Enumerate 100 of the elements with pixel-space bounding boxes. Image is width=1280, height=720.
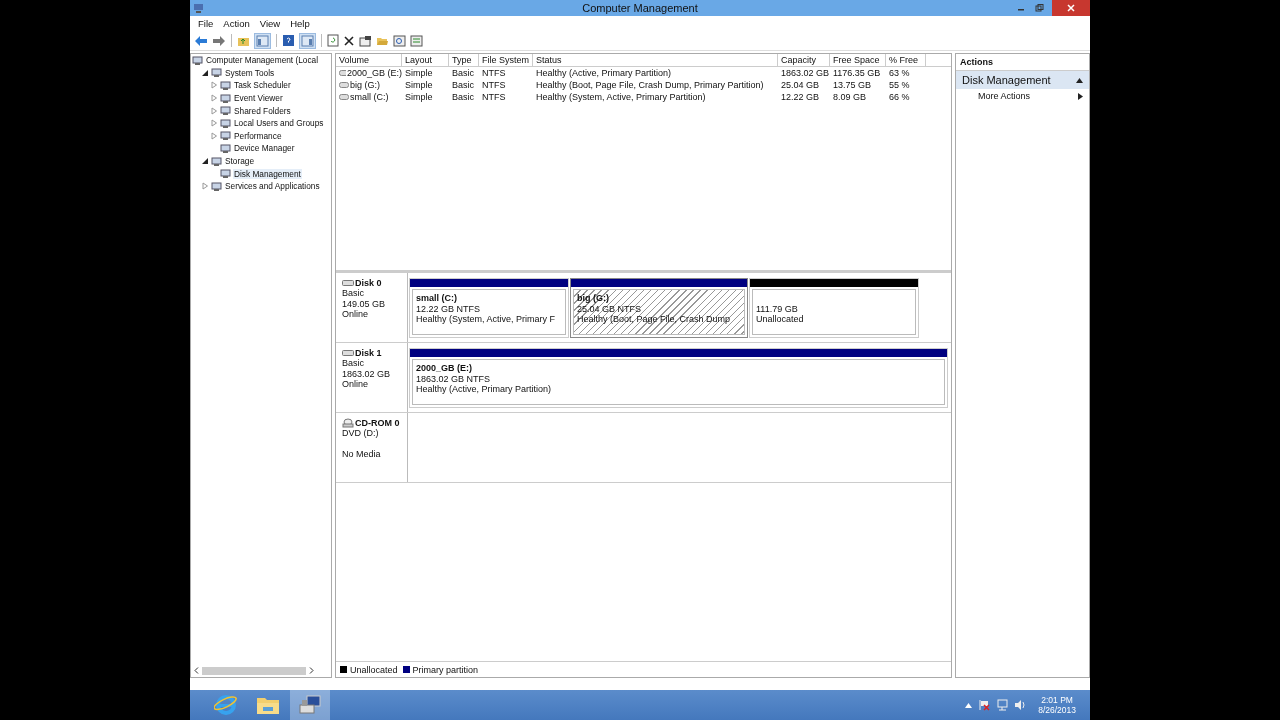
table-cell: Simple	[405, 92, 433, 102]
partition-block[interactable]: small (C:) 12.22 GB NTFS Healthy (System, Active, Primary F	[409, 278, 569, 338]
restore-icon[interactable]	[1034, 4, 1044, 12]
partition-size: 12.22 GB NTFS	[416, 303, 482, 315]
node-icon	[220, 92, 231, 104]
table-cell: 8.09 GB	[833, 92, 867, 102]
speaker-icon[interactable]	[1014, 699, 1027, 711]
table-cell: Basic	[452, 68, 474, 78]
column-header[interactable]: Type	[449, 54, 479, 66]
partition-size: 25.04 GB NTFS	[577, 303, 643, 315]
tree-item[interactable]: Services and Applications	[224, 181, 321, 192]
clock[interactable]: 2:01 PM 8/26/2013	[1038, 695, 1076, 715]
disk-name: CD-ROM 0	[355, 417, 400, 428]
column-header[interactable]: Layout	[402, 54, 449, 66]
collapsed-arrow-icon[interactable]	[210, 106, 218, 115]
disk-drive-icon	[342, 279, 354, 286]
partition-block[interactable]: 2000_GB (E:) 1863.02 GB NTFS Healthy (Active, Primary Partition)	[409, 348, 948, 408]
action-section[interactable]: Disk Management	[956, 71, 1089, 89]
table-cell: 1176.35 GB	[833, 68, 881, 78]
expanded-arrow-icon[interactable]	[201, 68, 209, 77]
table-cell: Healthy (Active, Primary Partition)	[536, 68, 672, 78]
scroll-right-icon[interactable]	[309, 667, 314, 674]
show-hidden-icon[interactable]	[965, 702, 973, 708]
partition-size: 111.79 GB	[756, 303, 799, 315]
column-header[interactable]: Free Space	[830, 54, 886, 66]
column-header[interactable]: Status	[533, 54, 778, 66]
node-icon	[211, 180, 222, 192]
disk-detail: Basic	[342, 288, 364, 298]
table-cell: NTFS	[482, 80, 506, 90]
disk-detail: 149.05 GB	[342, 298, 386, 309]
scrollbar-thumb[interactable]	[202, 666, 306, 675]
close-icon[interactable]	[1066, 3, 1076, 13]
collapsed-arrow-icon[interactable]	[210, 81, 218, 90]
menu-item[interactable]: View	[254, 18, 286, 29]
flag-icon[interactable]	[978, 699, 991, 711]
collapsed-arrow-icon[interactable]	[210, 119, 218, 128]
node-icon	[220, 105, 231, 117]
table-cell: Healthy (Boot, Page File, Crash Dump, Primary Partition)	[536, 80, 764, 90]
expanded-arrow-icon[interactable]	[201, 157, 209, 166]
disk-drive-icon	[342, 349, 354, 356]
disk-name: Disk 1	[355, 347, 382, 358]
taskbar-button[interactable]	[290, 690, 330, 720]
back-icon[interactable]	[194, 34, 208, 47]
refresh-icon[interactable]	[327, 34, 339, 47]
partition-size: 1863.02 GB NTFS	[416, 373, 492, 385]
node-icon	[220, 168, 231, 180]
network-icon[interactable]	[996, 699, 1009, 711]
close-button[interactable]	[1052, 0, 1090, 16]
tree-item[interactable]: Performance	[233, 130, 283, 141]
table-cell: small (C:)	[350, 92, 389, 102]
column-header[interactable]: File System	[479, 54, 533, 66]
column-header[interactable]: Volume	[336, 54, 402, 66]
action-link[interactable]: More Actions	[956, 89, 1089, 103]
disk-detail: No Media	[342, 449, 381, 459]
menu-item[interactable]: File	[193, 18, 219, 29]
tree-item[interactable]: Disk Management	[233, 168, 302, 179]
column-header[interactable]: Capacity	[778, 54, 830, 66]
table-cell: NTFS	[482, 92, 506, 102]
tree-item[interactable]: Storage	[224, 156, 256, 167]
menu-item[interactable]: Help	[285, 18, 315, 29]
tree-item[interactable]: Task Scheduler	[233, 80, 292, 91]
partition-status: Healthy (Active, Primary Partition)	[416, 384, 553, 395]
column-header[interactable]: % Free	[886, 54, 926, 66]
disk-detail: DVD (D:)	[342, 428, 379, 438]
browser-icon	[214, 693, 238, 717]
console-tree-icon[interactable]	[254, 32, 271, 49]
properties-icon[interactable]	[359, 34, 372, 47]
collapse-arrow-icon[interactable]	[1076, 77, 1083, 83]
table-cell: 55 %	[889, 80, 910, 90]
delete-icon[interactable]	[343, 34, 355, 47]
tree-item[interactable]: Computer Management (Local	[205, 55, 320, 66]
menu-item[interactable]: Action	[218, 18, 255, 29]
table-cell: Healthy (System, Active, Primary Partition)	[536, 92, 706, 102]
forward-icon[interactable]	[212, 34, 226, 47]
partition-status: Healthy (Boot, Page File, Crash Dump	[577, 314, 732, 325]
partition-status: Healthy (System, Active, Primary F	[416, 314, 557, 325]
help-icon[interactable]	[282, 34, 295, 47]
node-icon	[220, 142, 231, 154]
action-pane-icon[interactable]	[299, 32, 316, 49]
tree-item[interactable]: Shared Folders	[233, 105, 292, 116]
table-cell: 1863.02 GB	[781, 68, 830, 78]
scroll-left-icon[interactable]	[194, 667, 199, 674]
disk-detail: Basic	[342, 358, 364, 368]
clock-time: 2:01 PM	[1041, 695, 1073, 705]
partition-name: big (G:)	[577, 293, 610, 304]
table-cell: Simple	[405, 80, 433, 90]
collapsed-arrow-icon[interactable]	[210, 94, 218, 103]
tree-item[interactable]: Event Viewer	[233, 93, 284, 104]
table-cell: 13.75 GB	[833, 80, 872, 90]
partition-block[interactable]: big (G:) 25.04 GB NTFS Healthy (Boot, Page File, Crash Dump	[570, 278, 748, 338]
partition-block[interactable]: 111.79 GB Unallocated	[749, 278, 919, 338]
collapsed-arrow-icon[interactable]	[201, 182, 209, 191]
node-icon	[211, 155, 222, 167]
tree-item[interactable]: Device Manager	[233, 143, 296, 154]
table-cell: 25.04 GB	[781, 80, 820, 90]
collapsed-arrow-icon[interactable]	[210, 131, 218, 140]
tree-item[interactable]: Local Users and Groups	[233, 118, 325, 129]
cd-drive-icon	[342, 417, 354, 428]
node-icon	[220, 80, 231, 91]
tree-item[interactable]: System Tools	[224, 67, 276, 78]
